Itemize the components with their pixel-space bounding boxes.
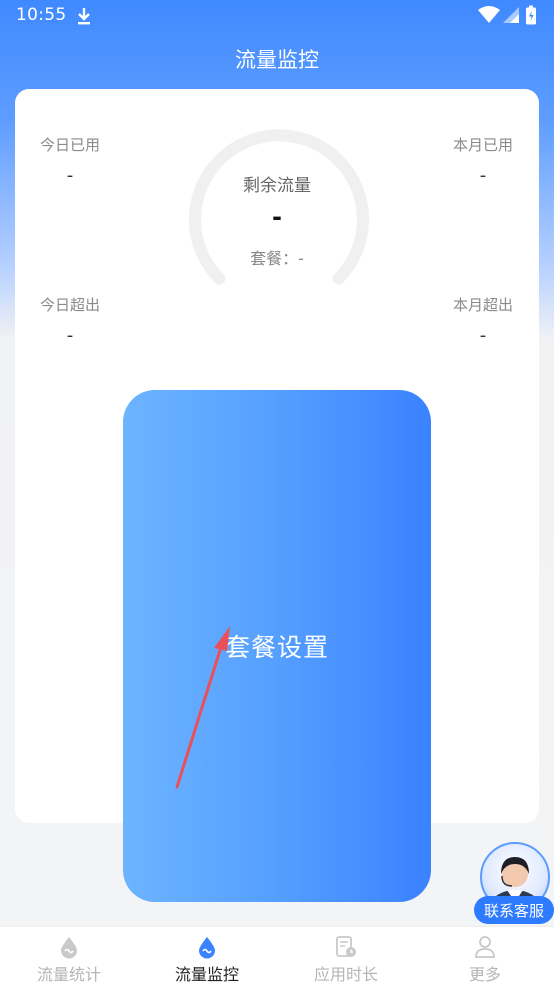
month-exceeded-label: 本月超出	[452, 296, 513, 314]
tab-app-usage-time-label: 应用时长	[313, 965, 378, 984]
month-exceeded-value: -	[479, 325, 487, 346]
today-exceeded-value: -	[66, 325, 74, 346]
tab-more[interactable]: 更多	[416, 927, 554, 985]
bottom-tab-bar: 流量统计 流量监控 应用时长 更多	[0, 926, 554, 985]
download-icon	[78, 8, 90, 25]
month-used-label: 本月已用	[452, 136, 513, 154]
drop-icon	[199, 937, 215, 959]
tab-traffic-monitor[interactable]: 流量监控	[138, 927, 276, 985]
battery-icon	[526, 5, 536, 25]
today-exceeded-label: 今日超出	[39, 296, 100, 314]
drop-icon	[61, 937, 77, 959]
wifi-icon	[478, 6, 500, 23]
month-exceeded-stat: 本月超出 -	[428, 294, 538, 346]
status-bar: 10:55	[0, 0, 554, 32]
today-used-label: 今日已用	[39, 136, 100, 154]
signal-icon	[503, 7, 519, 23]
tab-traffic-stats-label: 流量统计	[36, 965, 101, 984]
tab-more-label: 更多	[468, 965, 501, 984]
tab-traffic-stats[interactable]: 流量统计	[0, 927, 138, 985]
status-time: 10:55	[16, 5, 67, 25]
remaining-traffic-value: -	[272, 203, 282, 231]
plan-name: 套餐：-	[250, 249, 304, 268]
tab-app-usage-time[interactable]: 应用时长	[277, 927, 415, 985]
doc-clock-icon	[336, 936, 356, 957]
plan-settings-label: 套餐设置	[224, 633, 329, 662]
plan-settings-button[interactable]: 套餐设置	[123, 390, 431, 902]
page-title: 流量监控	[235, 48, 319, 72]
customer-service-button[interactable]: 联系客服	[474, 842, 554, 924]
remaining-traffic-label: 剩余流量	[243, 176, 311, 196]
today-exceeded-stat: 今日超出 -	[15, 294, 125, 346]
user-icon	[475, 936, 495, 958]
customer-service-label: 联系客服	[474, 896, 554, 924]
tab-traffic-monitor-label: 流量监控	[174, 965, 239, 984]
